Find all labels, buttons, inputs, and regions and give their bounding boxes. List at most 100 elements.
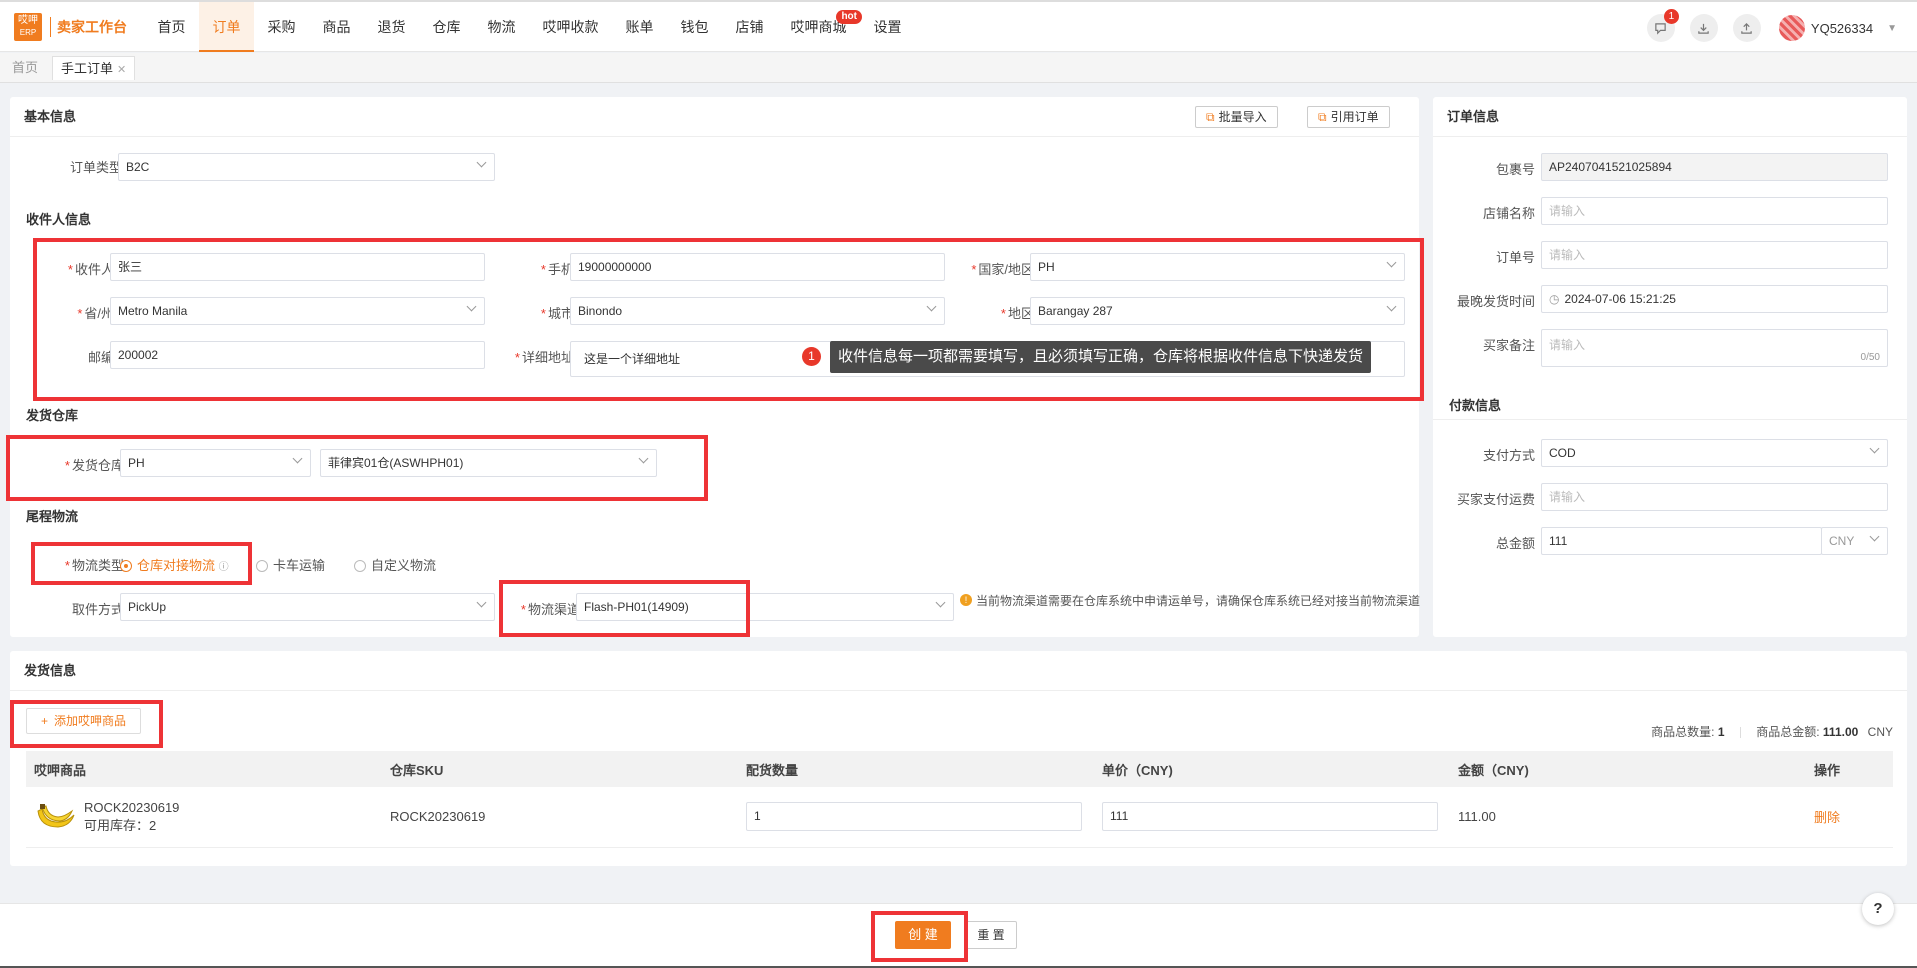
address-label: * 详细地址: [514, 350, 574, 365]
nav-item-wallet[interactable]: 钱包: [667, 2, 722, 52]
radio-custom[interactable]: 自定义物流: [354, 555, 436, 574]
province-select[interactable]: Metro Manila: [110, 297, 485, 325]
country-label-text: 国家/地区: [978, 262, 1034, 277]
price-input[interactable]: 111: [1102, 802, 1438, 832]
create-button[interactable]: 创 建: [895, 921, 951, 949]
user-avatar[interactable]: [1778, 15, 1805, 41]
phone-input[interactable]: 19000000000: [570, 253, 945, 281]
tab-manual-order[interactable]: 手工订单 ✕: [52, 56, 136, 80]
city-select[interactable]: Binondo: [570, 297, 945, 325]
close-icon[interactable]: ✕: [117, 64, 126, 76]
receiver-name-label: * 收件人: [67, 262, 114, 277]
batch-import-label: 批量导入: [1218, 110, 1267, 124]
nav-item-bills[interactable]: 账单: [612, 2, 667, 52]
batch-import-button[interactable]: ⧉ 批量导入: [1195, 106, 1278, 128]
app-logo[interactable]: 哎呷 ERP 卖家工作台: [14, 13, 127, 41]
warehouse-select[interactable]: 菲律宾01仓(ASWHPH01): [320, 449, 657, 477]
qty-input[interactable]: 1: [746, 802, 1082, 832]
store-name-input[interactable]: 请输入: [1541, 197, 1888, 225]
lastmile-section-title: 尾程物流: [26, 509, 79, 524]
channel-select[interactable]: Flash-PH01(14909): [576, 593, 954, 621]
total-amount-label: 总金额: [1495, 536, 1535, 551]
deadline-value: 2024-07-06 15:21:25: [1564, 292, 1676, 306]
buyer-remark-label: 买家备注: [1482, 338, 1535, 353]
upload-icon[interactable]: [1732, 14, 1761, 42]
deadline-picker[interactable]: ◷ 2024-07-06 15:21:25: [1541, 285, 1888, 313]
total-amount-summary-value: 111.00: [1822, 725, 1859, 739]
download-icon[interactable]: [1689, 14, 1718, 42]
nav-item-returns[interactable]: 退货: [364, 2, 419, 52]
nav-item-home[interactable]: 首页: [144, 2, 199, 52]
tooltip: 收件信息每一项都需要填写，且必须填写正确，仓库将根据收件信息下快递发货: [830, 341, 1372, 373]
nav-item-settings[interactable]: 设置: [860, 2, 915, 52]
buyer-shipping-label: 买家支付运费: [1456, 492, 1535, 507]
deadline-label: 最晚发货时间: [1456, 294, 1535, 309]
pickup-select[interactable]: PickUp: [120, 593, 495, 621]
user-menu-caret-icon[interactable]: ▼: [1887, 23, 1897, 34]
info-circle-icon: ⓘ: [218, 562, 229, 573]
receiver-section-title: 收件人信息: [26, 212, 92, 227]
top-right-actions: 1 YQ526334 ▼: [1632, 9, 1897, 42]
receiver-name-input[interactable]: 张三: [110, 253, 485, 281]
buyer-shipping-input[interactable]: 请输入: [1541, 483, 1888, 511]
total-amount-summary-label: 商品总金额:: [1756, 725, 1820, 739]
app-title: 卖家工作台: [50, 17, 127, 37]
currency-select[interactable]: CNY: [1821, 527, 1888, 555]
buyer-remark-textarea[interactable]: 请输入 0/50: [1541, 329, 1888, 367]
zip-label: 邮编: [87, 350, 114, 365]
main-nav: 首页 订单 采购 商品 退货 仓库 物流 哎呷收款 账单 钱包 店铺 哎呷商城 …: [144, 2, 915, 52]
notification-icon[interactable]: 1: [1646, 9, 1679, 42]
col-amount: 金额（CNY): [1450, 751, 1806, 787]
pay-method-select[interactable]: COD: [1541, 439, 1888, 467]
product-name: ROCK20230619: [84, 799, 180, 815]
table-header-row: 哎呷商品 仓库SKU 配货数量 单价（CNY) 金额（CNY) 操作: [26, 751, 1893, 787]
order-type-value: B2C: [126, 160, 150, 174]
total-amount-input[interactable]: 111: [1541, 527, 1822, 555]
username[interactable]: YQ526334: [1811, 21, 1873, 36]
ref-order-button[interactable]: ⧉ 引用订单: [1307, 106, 1390, 128]
order-no-input[interactable]: 请输入: [1541, 241, 1888, 269]
buyer-remark-placeholder: 请输入: [1549, 338, 1586, 352]
nav-item-purchase[interactable]: 采购: [254, 2, 309, 52]
nav-item-logistics[interactable]: 物流: [474, 2, 529, 52]
radio-truck[interactable]: 卡车运输: [256, 555, 325, 574]
chevron-down-icon: [928, 298, 935, 324]
district-select[interactable]: Barangay 287: [1030, 297, 1405, 325]
totals-summary: 商品总数量: 1 商品总金额: 111.00 CNY: [1651, 723, 1893, 740]
hot-badge: hot: [836, 10, 862, 24]
price-cell: 111: [1094, 787, 1450, 848]
shipping-info-title: 发货信息: [10, 651, 1907, 691]
reset-button[interactable]: 重 置: [965, 921, 1017, 949]
nav-item-payments[interactable]: 哎呷收款: [529, 2, 612, 52]
nav-item-stores[interactable]: 店铺: [722, 2, 777, 52]
help-icon[interactable]: ?: [1862, 893, 1894, 925]
plus-icon: +: [41, 714, 49, 728]
sku-cell: ROCK20230619: [382, 787, 738, 848]
radio-warehouse-logistics[interactable]: 仓库对接物流 ⓘ: [120, 555, 229, 574]
currency-value: CNY: [1829, 534, 1855, 548]
product-cell: ROCK20230619 可用库存：2: [26, 787, 382, 848]
warehouse-country-select[interactable]: PH: [120, 449, 311, 477]
summary-divider: [1739, 727, 1741, 739]
city-label: * 城市: [540, 306, 574, 321]
pay-method-label: 支付方式: [1482, 448, 1535, 463]
add-product-label: 添加哎呷商品: [54, 714, 127, 728]
add-product-button[interactable]: + 添加哎呷商品: [26, 708, 142, 734]
country-select[interactable]: PH: [1030, 253, 1405, 281]
qty-cell: 1: [738, 787, 1094, 848]
total-qty-label: 商品总数量:: [1651, 725, 1715, 739]
order-type-select[interactable]: B2C: [118, 153, 495, 181]
total-qty-value: 1: [1717, 725, 1725, 739]
zip-input[interactable]: 200002: [110, 341, 485, 369]
chevron-down-icon: [1871, 440, 1878, 466]
channel-label: * 物流渠道: [520, 602, 580, 617]
nav-item-mall[interactable]: 哎呷商城 hot: [777, 2, 862, 52]
nav-item-products[interactable]: 商品: [309, 2, 364, 52]
order-info-card: 订单信息 包裹号 AP2407041521025894 店铺名称 请输入 订单号…: [1433, 97, 1907, 637]
nav-item-orders[interactable]: 订单: [199, 2, 254, 52]
nav-item-warehouse[interactable]: 仓库: [419, 2, 474, 52]
delete-link[interactable]: 删除: [1814, 810, 1840, 825]
tab-home[interactable]: 首页: [4, 56, 46, 80]
phone-label: * 手机: [540, 262, 574, 277]
chevron-down-icon: [468, 298, 475, 324]
